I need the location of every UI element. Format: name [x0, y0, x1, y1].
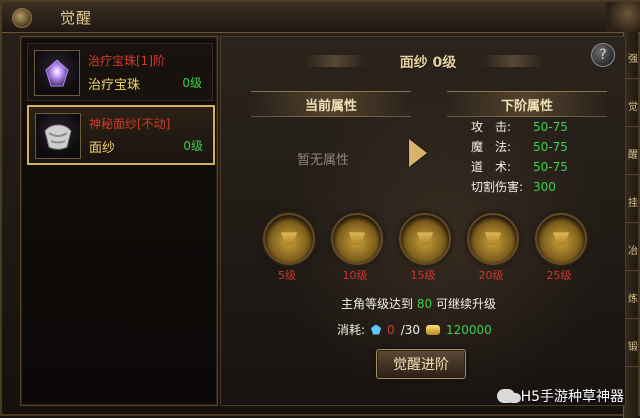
stat-row: 魔 法: 50-75	[471, 137, 611, 157]
right-tab-4[interactable]: 挂	[624, 182, 638, 223]
stat-label: 魔 法:	[471, 140, 512, 154]
milestone-5-medal-icon[interactable]	[263, 213, 315, 265]
corner-ornament-icon	[606, 2, 640, 32]
milestone-10-medal-icon[interactable]	[331, 213, 383, 265]
right-tab-6[interactable]: 炼	[624, 278, 638, 319]
wechat-icon	[496, 389, 515, 403]
milestone-label: 10级	[342, 269, 368, 282]
requirement-suffix: 可继续升级	[435, 297, 496, 311]
item-level: 0级	[182, 76, 202, 90]
watermark-text: H5手游种草神器	[520, 389, 624, 405]
right-tab-1[interactable]: 强	[624, 38, 638, 79]
item-level: 0级	[183, 139, 203, 153]
milestone-label: 25级	[546, 269, 572, 282]
list-item-veil[interactable]: 神秘面纱[不动] 面纱 0级	[27, 105, 215, 165]
watermark: H5手游种草神器	[496, 386, 624, 406]
stat-value: 300	[533, 180, 556, 194]
milestone-20-medal-icon[interactable]	[467, 213, 519, 265]
cost-line: 消耗: 0/30 120000	[337, 321, 492, 338]
item-red-text: 神秘面纱[不动]	[89, 117, 171, 131]
stat-label: 切割伤害:	[471, 180, 524, 194]
milestone-15-medal-icon[interactable]	[399, 213, 451, 265]
right-tab-5[interactable]: 冶	[624, 230, 638, 271]
stat-row: 道 术: 50-75	[471, 157, 611, 177]
stat-value: 50-75	[533, 160, 568, 174]
stat-value: 50-75	[533, 120, 568, 134]
help-button[interactable]: ?	[591, 43, 615, 67]
window-emblem-icon	[12, 8, 32, 28]
stat-value: 50-75	[533, 140, 568, 154]
awaken-advance-button[interactable]: 觉醒进阶	[376, 349, 466, 379]
awakening-main-panel: ? 面纱 0级 当前属性 下阶属性 暂无属性 攻 击: 50-75 魔 法: 5…	[220, 36, 626, 406]
next-attributes-header: 下阶属性	[447, 91, 607, 117]
gem-total: /30	[400, 322, 420, 337]
cost-label: 消耗:	[337, 323, 366, 337]
gem-icon	[34, 50, 80, 96]
next-stats-list: 攻 击: 50-75 魔 法: 50-75 道 术: 50-75 切割伤害: 3…	[471, 117, 611, 197]
current-attributes-header: 当前属性	[251, 91, 411, 117]
arrow-right-icon	[409, 139, 427, 167]
gold-icon	[426, 324, 440, 335]
right-tab-3[interactable]: 醒	[624, 134, 638, 175]
stat-label: 攻 击:	[471, 120, 512, 134]
no-attributes-text: 暂无属性	[297, 153, 350, 168]
stat-label: 道 术:	[471, 160, 512, 174]
milestone-25-medal-icon[interactable]	[535, 213, 587, 265]
milestone-label: 15级	[410, 269, 436, 282]
awakening-window: 觉醒 强 觉 醒 挂 冶 炼 锻 治疗宝珠[1]阶 治疗宝珠 0级 神秘面纱[不…	[0, 0, 640, 418]
upgrade-requirement: 主角等级达到 80 可继续升级	[341, 295, 496, 312]
veil-icon	[35, 113, 81, 159]
stat-row: 攻 击: 50-75	[471, 117, 611, 137]
list-item-healing-orb[interactable]: 治疗宝珠[1]阶 治疗宝珠 0级	[27, 43, 213, 101]
item-name: 治疗宝珠	[88, 78, 141, 93]
item-name: 面纱	[89, 141, 116, 156]
title-bar: 觉醒	[2, 2, 640, 33]
window-title: 觉醒	[60, 9, 93, 27]
title-decoration-right	[483, 55, 543, 67]
milestone-label: 5级	[278, 269, 296, 282]
gem-icon	[371, 324, 382, 335]
requirement-prefix: 主角等级达到	[341, 297, 414, 311]
gem-current: 0	[387, 322, 395, 337]
left-item-list: 治疗宝珠[1]阶 治疗宝珠 0级 神秘面纱[不动] 面纱 0级	[20, 36, 218, 406]
right-tab-7[interactable]: 锻	[624, 326, 638, 367]
right-tab-2[interactable]: 觉	[624, 86, 638, 127]
milestone-label: 20级	[478, 269, 504, 282]
gold-amount: 120000	[446, 322, 492, 337]
requirement-level: 80	[416, 297, 433, 311]
item-red-text: 治疗宝珠[1]阶	[88, 54, 165, 68]
stat-row: 切割伤害: 300	[471, 177, 611, 197]
milestone-medals: 5级 10级 15级 20级 25级	[263, 213, 587, 283]
